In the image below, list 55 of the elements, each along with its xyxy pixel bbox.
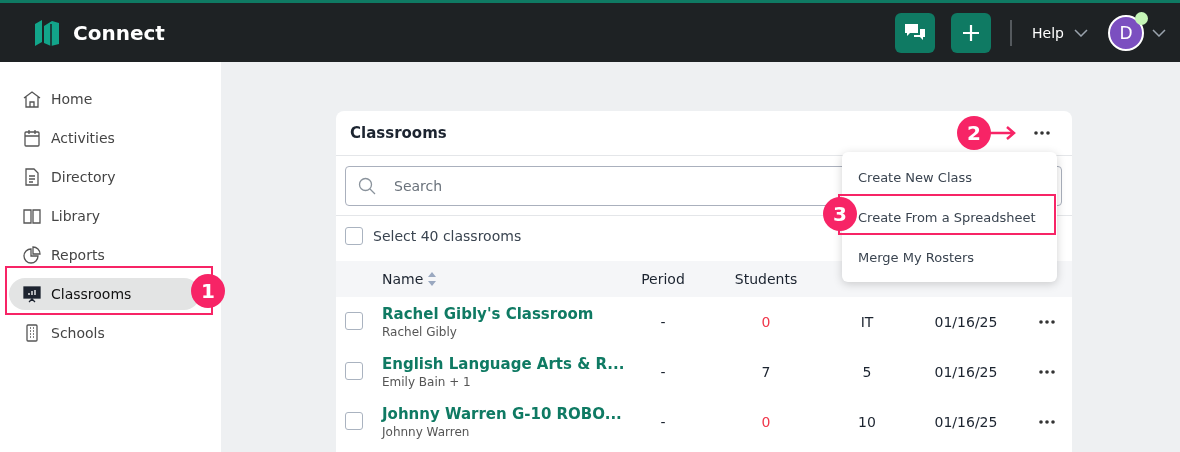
column-header[interactable]: Name xyxy=(382,271,424,287)
table-cell-text: 01/16/25 xyxy=(933,364,999,380)
sidebar-item[interactable]: Activities xyxy=(9,122,200,154)
table-cell-text: - xyxy=(659,314,667,330)
table-cell-text: 0 xyxy=(760,314,772,330)
classroom-link[interactable]: Johnny Warren G-10 ROBO... xyxy=(382,405,622,423)
app-title: Connect xyxy=(73,20,165,45)
table-cell-text: 10 xyxy=(857,414,877,430)
checkbox[interactable] xyxy=(345,311,363,330)
table-cell-text: - xyxy=(659,364,667,380)
calendar-icon xyxy=(22,128,42,148)
table-cell-text: 01/16/25 xyxy=(933,414,999,430)
checkbox[interactable] xyxy=(345,411,363,430)
book-logo-icon xyxy=(32,17,62,48)
sidebar-item[interactable]: Home xyxy=(9,83,200,115)
teacher-name: Johnny Warren xyxy=(382,425,470,439)
table-cell-text: 5 xyxy=(861,364,873,380)
teacher-name: Emily Bain + 1 xyxy=(382,375,471,389)
plus-icon xyxy=(962,23,981,42)
select-all-label: Select 40 classrooms xyxy=(373,228,522,244)
table-cell-text: IT xyxy=(859,314,875,330)
ellipsis-icon xyxy=(1039,370,1055,374)
search-icon xyxy=(358,177,376,195)
card-title: Classrooms xyxy=(350,124,447,142)
sidebar-item[interactable]: Library xyxy=(9,200,200,232)
menu-item[interactable]: Merge My Rosters xyxy=(858,237,1057,277)
board-icon xyxy=(22,284,42,304)
sidebar-item[interactable]: Reports xyxy=(9,239,200,271)
book-icon xyxy=(22,206,42,226)
column-header[interactable]: Students xyxy=(734,271,798,287)
column-header[interactable]: Period xyxy=(641,271,685,287)
ellipsis-icon xyxy=(1039,320,1055,324)
arrow-icon xyxy=(988,125,1018,141)
add-button[interactable] xyxy=(951,12,992,53)
chevron-down-icon[interactable] xyxy=(1152,28,1166,37)
sidebar-item[interactable]: Directory xyxy=(9,161,200,193)
checkbox[interactable] xyxy=(345,361,363,380)
home-icon xyxy=(22,89,42,109)
user-avatar[interactable]: D xyxy=(1108,14,1144,51)
chat-button[interactable] xyxy=(895,12,936,53)
teacher-name: Rachel Gibly xyxy=(382,325,457,339)
table-cell-text: 7 xyxy=(760,364,772,380)
ellipsis-icon xyxy=(1034,131,1050,135)
table-cell-text: 01/16/25 xyxy=(933,314,999,330)
classroom-link[interactable]: English Language Arts & R... xyxy=(382,355,625,373)
document-icon xyxy=(22,167,42,187)
sidebar-item[interactable]: Schools xyxy=(9,317,200,349)
ellipsis-icon xyxy=(1039,420,1055,424)
pie-icon xyxy=(22,245,42,265)
checkbox[interactable] xyxy=(345,227,363,245)
table-cell-text: - xyxy=(659,414,667,430)
chevron-down-icon xyxy=(1074,28,1088,37)
classroom-link[interactable]: Rachel Gibly's Classroom xyxy=(382,305,594,323)
help-menu[interactable]: Help xyxy=(1032,24,1088,41)
table-cell-text: 0 xyxy=(760,414,772,430)
